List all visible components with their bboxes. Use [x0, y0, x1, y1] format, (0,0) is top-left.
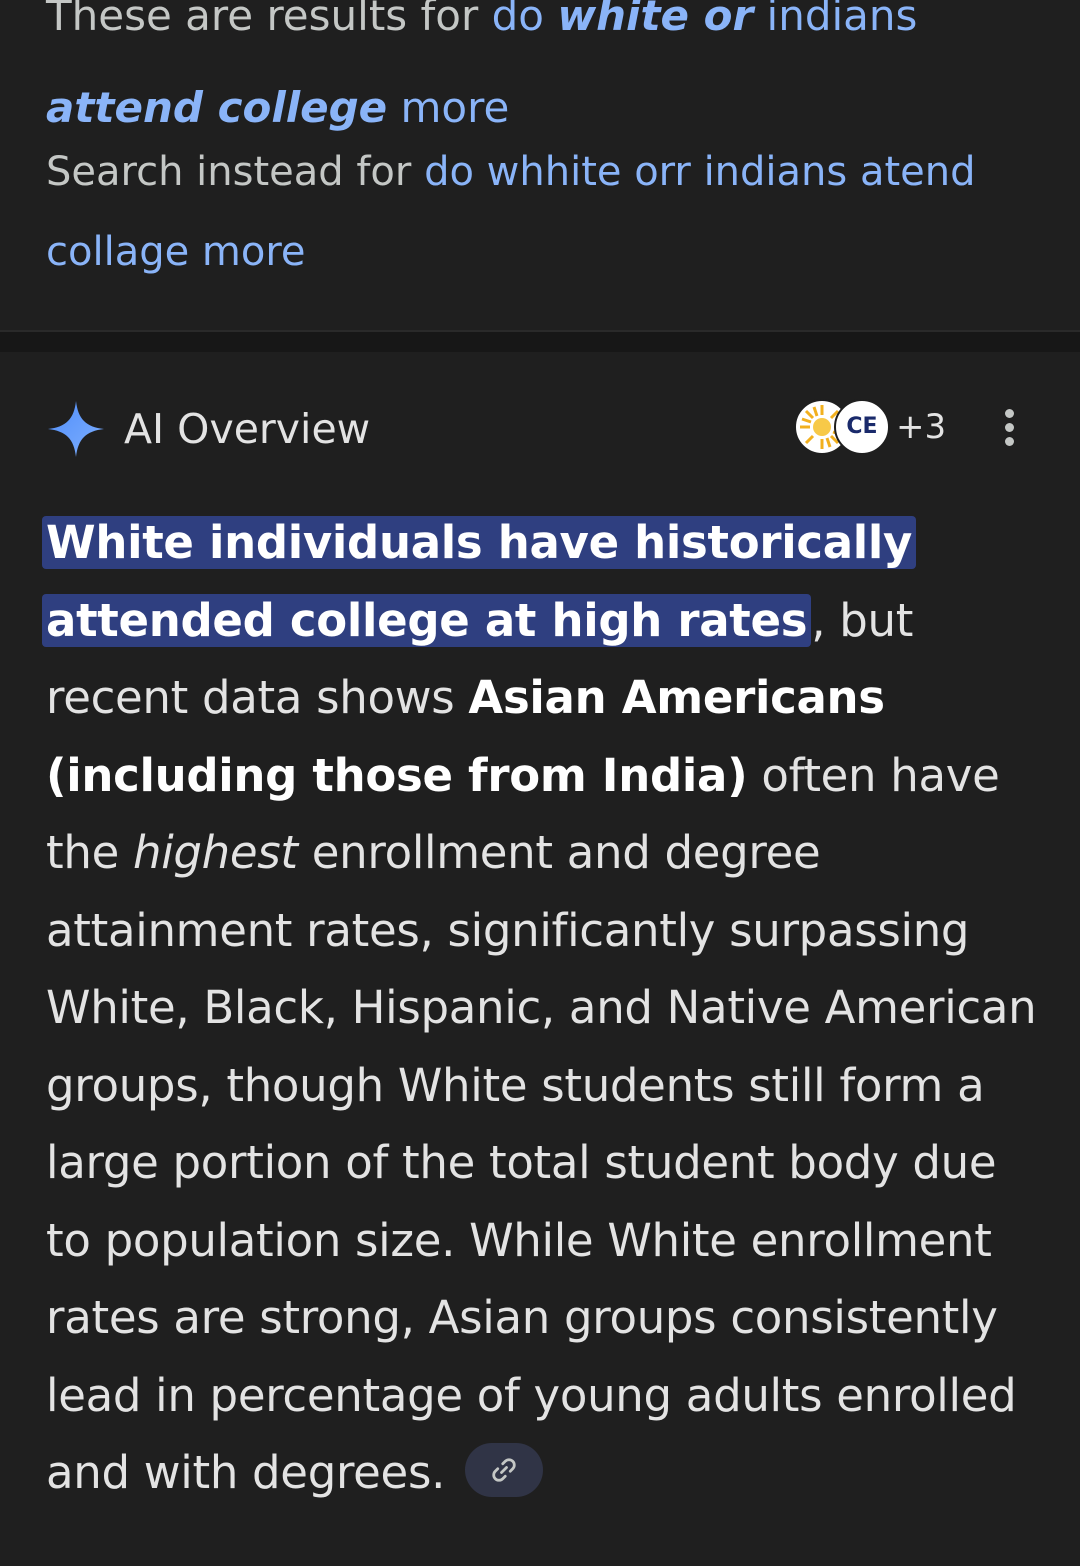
results-prefix: These are results for: [46, 0, 492, 40]
ai-overview-header: AI Overview CE +3: [0, 395, 1080, 465]
more-sources-count[interactable]: +3: [896, 405, 946, 449]
link-icon: [492, 1458, 516, 1482]
more-vert-icon[interactable]: [994, 409, 1024, 453]
corrected-part: more: [387, 83, 510, 132]
section-divider: [0, 330, 1080, 352]
sparkle-icon: [48, 401, 104, 457]
ai-overview-text: White individuals have historically atte…: [42, 504, 1046, 1512]
highlighted-answer: White individuals have historically atte…: [42, 516, 917, 647]
instead-prefix: Search instead for: [46, 149, 425, 195]
source-icons[interactable]: CE: [794, 399, 894, 459]
corrected-query-line: These are results for do white or indian…: [46, 0, 1046, 154]
search-instead-line: Search instead for do whhite orr indians…: [46, 132, 1046, 292]
source-link-button[interactable]: [465, 1443, 544, 1497]
corrected-part: do: [491, 0, 558, 40]
corrected-part: indians: [753, 0, 918, 40]
source-badge-ce: CE: [834, 399, 890, 455]
corrected-part-bold: attend college: [46, 83, 388, 132]
corrected-part-bold: white or: [557, 0, 754, 40]
overview-text-part: enrollment and degree attainment rates, …: [46, 826, 1037, 1499]
overview-italic-part: highest: [132, 826, 298, 879]
ai-overview-title: AI Overview: [124, 405, 371, 453]
spelling-correction-section: These are results for do white or indian…: [0, 0, 1080, 330]
